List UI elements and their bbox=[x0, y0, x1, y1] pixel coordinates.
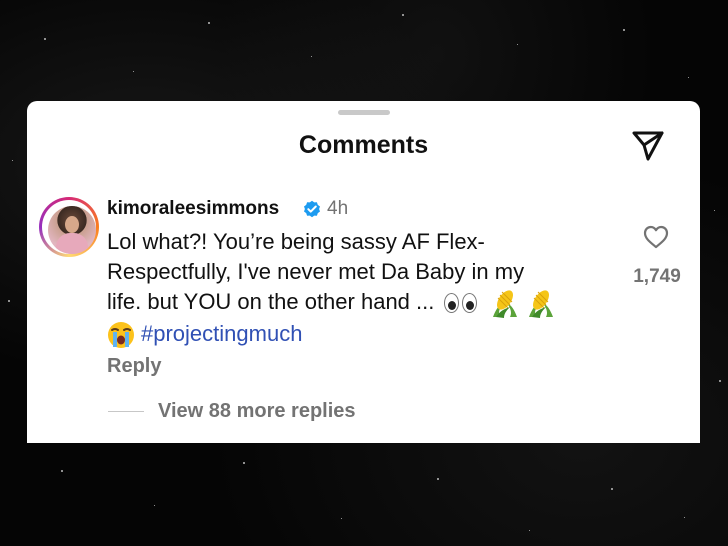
avatar-photo bbox=[48, 206, 96, 254]
hashtag-link[interactable]: #projectingmuch bbox=[141, 321, 302, 346]
comment-timestamp: 4h bbox=[327, 198, 349, 219]
replies-divider bbox=[108, 411, 144, 412]
paper-plane-icon[interactable] bbox=[631, 127, 665, 163]
comment-line: Lol what?! You’re being sassy AF Flex- bbox=[107, 229, 485, 254]
like-count: 1,749 bbox=[633, 266, 681, 287]
comment-line-with-hashtag: #projectingmuch bbox=[107, 319, 607, 349]
drag-handle[interactable] bbox=[338, 110, 390, 115]
comments-sheet: Comments kimoraleesimmons 4h Lol what?! … bbox=[27, 101, 700, 443]
corn-emoji bbox=[493, 290, 518, 319]
view-more-replies-button[interactable]: View 88 more replies bbox=[158, 400, 356, 423]
eyes-emoji bbox=[444, 293, 478, 314]
corn-emoji bbox=[529, 290, 554, 319]
comment-username[interactable]: kimoraleesimmons bbox=[107, 198, 279, 220]
comment-text: Lol what?! You’re being sassy AF Flex- R… bbox=[107, 227, 607, 349]
comment-line: life. but YOU on the other hand ... bbox=[107, 289, 435, 314]
avatar[interactable] bbox=[39, 197, 99, 257]
comment-line-with-emojis: life. but YOU on the other hand ... bbox=[107, 287, 607, 319]
reply-button[interactable]: Reply bbox=[107, 355, 161, 378]
loudly-crying-face-emoji bbox=[108, 322, 134, 349]
sheet-title: Comments bbox=[298, 131, 429, 159]
heart-outline-icon[interactable] bbox=[643, 225, 669, 249]
verified-badge-icon bbox=[304, 200, 320, 218]
comment-line: Respectfully, I've never met Da Baby in … bbox=[107, 259, 525, 284]
